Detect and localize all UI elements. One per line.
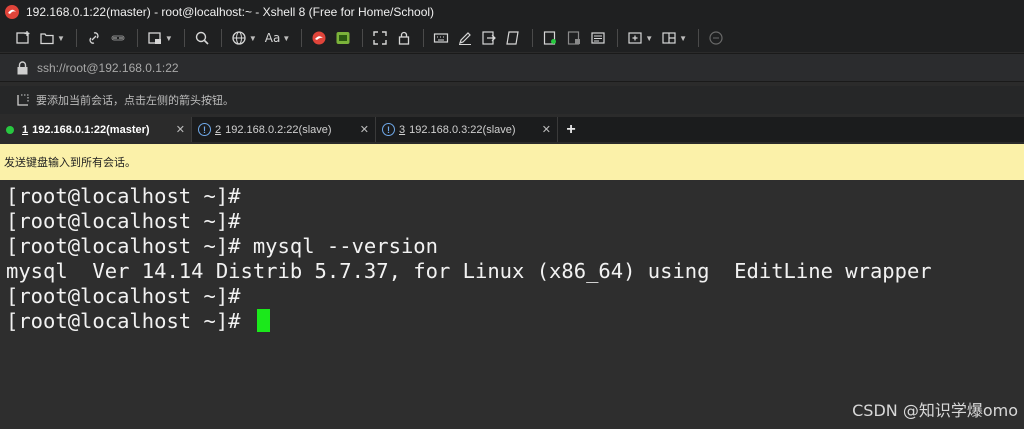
warning-icon: !	[198, 123, 211, 136]
chevron-down-icon: ▼	[57, 33, 65, 43]
reconnect-button[interactable]	[83, 27, 105, 49]
new-tab-icon	[148, 32, 161, 44]
hint-text: 要添加当前会话，点击左侧的箭头按钮。	[36, 95, 234, 107]
window-title: 192.168.0.1:22(master) - root@localhost:…	[26, 5, 435, 19]
connected-status-icon	[6, 125, 14, 134]
compose-button[interactable]	[563, 27, 585, 49]
open-session-button[interactable]: ▼	[36, 27, 68, 49]
script-button[interactable]	[502, 27, 524, 49]
tab-label: 192.168.0.1:22(master)	[32, 123, 150, 136]
chat-icon	[709, 31, 723, 45]
chevron-down-icon: ▼	[164, 33, 173, 43]
terminal-line: [root@localhost ~]# mysql --version	[6, 234, 438, 258]
terminal-line: [root@localhost ~]#	[6, 284, 241, 308]
add-folder-icon	[628, 32, 642, 44]
close-icon[interactable]: ✕	[542, 123, 551, 136]
chevron-down-icon: ▼	[645, 33, 654, 43]
xshell-logo-icon	[5, 5, 19, 19]
disconnect-button[interactable]	[107, 27, 129, 49]
toolbar-divider	[617, 29, 619, 47]
close-icon[interactable]: ✕	[360, 123, 369, 136]
toolbar-divider	[75, 29, 77, 47]
address-text[interactable]: ssh://root@192.168.0.1:22	[37, 61, 179, 75]
terminal-cursor	[256, 309, 270, 332]
send-to-all-text: 发送键盘输入到所有会话。	[4, 157, 136, 169]
xmanager-icon	[336, 32, 350, 44]
lock-button[interactable]	[393, 27, 415, 49]
find-button[interactable]	[191, 27, 213, 49]
send-to-all-bar: 发送键盘输入到所有会话。	[0, 144, 1024, 180]
command-icon	[591, 32, 605, 44]
pen-icon	[459, 32, 472, 45]
command-button[interactable]	[587, 27, 609, 49]
keyboard-button[interactable]	[430, 27, 452, 49]
session-hint-bar: 要添加当前会话，点击左侧的箭头按钮。	[0, 86, 1024, 114]
lock-icon	[399, 31, 410, 45]
fullscreen-button[interactable]	[369, 27, 391, 49]
terminal-prompt-line: [root@localhost ~]#	[6, 309, 1024, 334]
add-tab-button[interactable]: +	[558, 117, 584, 142]
transfer-button[interactable]	[478, 27, 500, 49]
open-folder-icon	[40, 33, 54, 45]
tab-number: 3	[399, 123, 406, 136]
chevron-down-icon: ▼	[248, 33, 257, 43]
tab-number: 1	[22, 123, 29, 136]
new-tab-button[interactable]: ▼	[144, 27, 176, 49]
lock-icon	[17, 60, 28, 74]
watermark: CSDN @知识学爆omo	[852, 401, 1018, 420]
chevron-down-icon: ▼	[282, 33, 291, 43]
fullscreen-icon	[373, 31, 387, 45]
toolbar-divider	[698, 29, 700, 47]
toolbar-divider	[220, 29, 222, 47]
unlink-icon	[111, 35, 125, 41]
add-session-arrow-icon[interactable]	[16, 93, 30, 107]
font-icon: Aa	[264, 31, 281, 45]
transfer-icon	[482, 31, 497, 45]
toolbar-divider	[362, 29, 364, 47]
terminal-line: mysql Ver 14.14 Distrib 5.7.37, for Linu…	[6, 259, 932, 283]
log-icon	[544, 31, 557, 45]
link-icon	[89, 32, 99, 44]
session-tab-bar: 1 192.168.0.1:22(master) ✕ ! 2 192.168.0…	[0, 117, 1024, 142]
xmanager-button[interactable]	[332, 27, 354, 49]
script-icon	[506, 31, 519, 45]
new-session-icon	[16, 31, 30, 44]
log-button[interactable]	[539, 27, 561, 49]
terminal-prompt: [root@localhost ~]#	[6, 309, 253, 333]
toolbar-divider	[301, 29, 303, 47]
xftp-icon	[312, 31, 326, 45]
terminal-line: [root@localhost ~]#	[6, 184, 241, 208]
chat-button[interactable]	[705, 27, 727, 49]
title-bar: 192.168.0.1:22(master) - root@localhost:…	[0, 0, 1024, 24]
search-icon	[195, 31, 209, 45]
toolbar-divider	[532, 29, 534, 47]
layout-icon	[662, 32, 676, 44]
tab-session-2[interactable]: ! 2 192.168.0.2:22(slave) ✕	[192, 117, 376, 142]
toolbar-divider	[423, 29, 425, 47]
address-bar[interactable]: ssh://root@192.168.0.1:22	[0, 53, 1024, 82]
toolbar: ▼ ▼ ▼ Aa ▼ ▼ ▼	[0, 24, 1024, 52]
tab-label: 192.168.0.3:22(slave)	[409, 123, 516, 136]
compose-icon	[568, 31, 581, 45]
xftp-button[interactable]	[308, 27, 330, 49]
tab-label: 192.168.0.2:22(slave)	[225, 123, 332, 136]
keyboard-icon	[434, 33, 449, 43]
warning-icon: !	[382, 123, 395, 136]
add-folder-button[interactable]: ▼	[624, 27, 656, 49]
new-session-button[interactable]	[12, 27, 34, 49]
tab-number: 2	[215, 123, 222, 136]
layout-button[interactable]: ▼	[658, 27, 690, 49]
font-button[interactable]: Aa ▼	[262, 27, 293, 49]
terminal-area[interactable]: [root@localhost ~]# [root@localhost ~]# …	[0, 180, 1024, 429]
globe-icon	[232, 31, 246, 45]
toolbar-divider	[183, 29, 185, 47]
chevron-down-icon: ▼	[679, 33, 688, 43]
tab-session-1[interactable]: 1 192.168.0.1:22(master) ✕	[0, 117, 192, 142]
encoding-button[interactable]: ▼	[228, 27, 260, 49]
close-icon[interactable]: ✕	[176, 123, 185, 136]
tab-session-3[interactable]: ! 3 192.168.0.3:22(slave) ✕	[376, 117, 558, 142]
toolbar-divider	[136, 29, 138, 47]
terminal-line: [root@localhost ~]#	[6, 209, 241, 233]
highlight-button[interactable]	[454, 27, 476, 49]
